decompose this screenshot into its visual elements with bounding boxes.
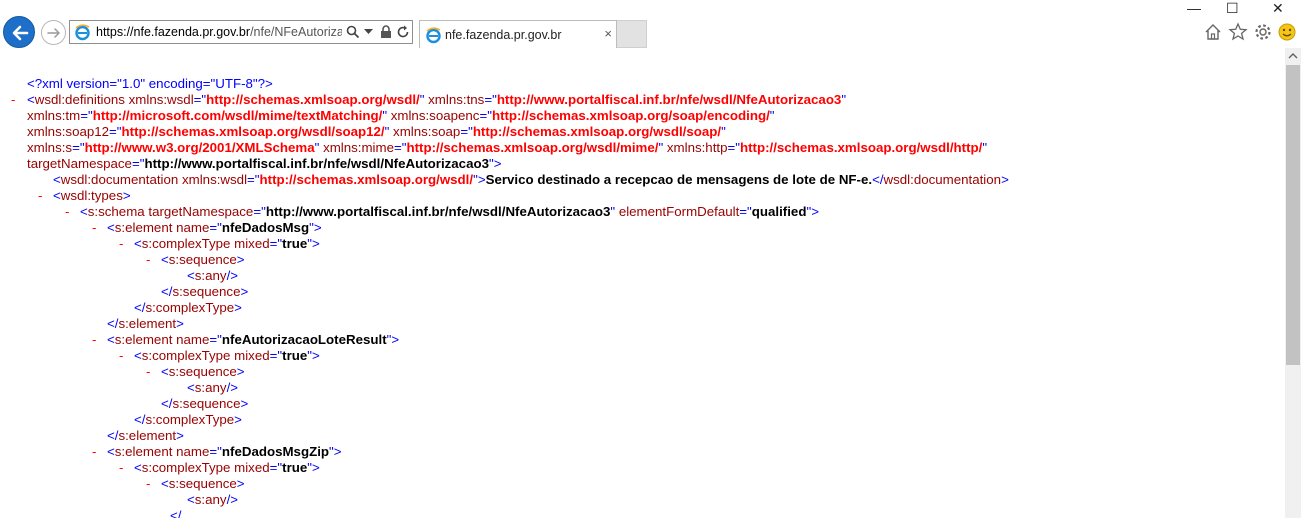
collapse-toggle[interactable]: - <box>146 252 150 268</box>
collapse-toggle[interactable]: - <box>38 188 42 204</box>
xml-line: <s:complexType mixed="true"> <box>134 236 320 251</box>
xml-line: <s:any/> <box>187 268 239 283</box>
lock-icon[interactable] <box>380 25 392 39</box>
url-scheme: https:// <box>96 25 134 39</box>
xml-line: <wsdl:types> <box>53 188 131 203</box>
xml-line: <wsdl:documentation xmlns:wsdl="http://s… <box>53 172 1009 187</box>
back-arrow-icon <box>12 25 29 41</box>
favorites-star-icon[interactable] <box>1228 22 1248 42</box>
forward-arrow-icon <box>47 28 60 38</box>
xml-line: </s:sequence> <box>161 284 249 299</box>
xml-document-view: <?xml version="1.0" encoding="UTF-8"?> - <… <box>0 76 1285 518</box>
xml-line: xmlns:tm="http://microsoft.com/wsdl/mime… <box>27 108 775 123</box>
refresh-icon[interactable] <box>396 25 410 39</box>
tab-active[interactable]: nfe.fazenda.pr.gov.br × <box>419 20 617 48</box>
ie-logo-icon <box>426 27 441 44</box>
collapse-toggle[interactable]: - <box>146 364 150 380</box>
new-tab-button[interactable] <box>617 20 647 48</box>
home-icon[interactable] <box>1203 22 1223 42</box>
smiley-feedback-icon[interactable] <box>1277 22 1297 42</box>
xml-line: <s:element name="nfeDadosMsg"> <box>107 220 322 235</box>
scroll-up-arrow-icon[interactable] <box>1285 48 1301 64</box>
xml-line: <s:any/> <box>187 380 239 395</box>
xml-line: </s:element> <box>107 316 184 331</box>
xml-line: <s:any/> <box>187 492 239 507</box>
xml-line: <s:element name="nfeDadosMsgZip"> <box>107 444 342 459</box>
xml-line: </s:element> <box>107 428 184 443</box>
collapse-toggle[interactable]: - <box>92 220 96 236</box>
xml-line: </s:sequence> <box>161 396 249 411</box>
collapse-toggle[interactable]: - <box>92 332 96 348</box>
collapse-toggle[interactable]: - <box>11 92 15 108</box>
collapse-toggle[interactable]: - <box>146 476 150 492</box>
tab-title: nfe.fazenda.pr.gov.br <box>445 28 562 42</box>
xml-line: xmlns:s="http://www.w3.org/2001/XMLSchem… <box>27 140 988 155</box>
browser-chrome: https://nfe.fazenda.pr.gov.br/nfe/NFeAut… <box>0 0 1301 48</box>
xml-line: <s:complexType mixed="true"> <box>134 460 320 475</box>
collapse-toggle[interactable]: - <box>65 204 69 220</box>
url-domain: nfe.fazenda.pr.gov.br <box>133 25 251 39</box>
collapse-toggle[interactable]: - <box>92 444 96 460</box>
xml-line: <s:complexType mixed="true"> <box>134 348 320 363</box>
xml-line: <wsdl:definitions xmlns:wsdl="http://sch… <box>27 92 847 107</box>
xml-line: <?xml version="1.0" encoding="UTF-8"?> <box>27 76 273 91</box>
xml-line: </s:complexType> <box>134 300 242 315</box>
close-window-button[interactable]: ✕ <box>1272 0 1284 16</box>
xml-line: <s:sequence> <box>161 252 245 267</box>
xml-line: <s:schema targetNamespace="http://www.po… <box>80 204 819 219</box>
xml-line: <s:sequence> <box>161 364 245 379</box>
vertical-scrollbar[interactable] <box>1285 48 1301 518</box>
collapse-toggle[interactable]: - <box>119 236 123 252</box>
back-button[interactable] <box>3 16 35 48</box>
xml-line: <s:sequence> <box>161 476 245 491</box>
dropdown-icon[interactable] <box>364 29 373 35</box>
minimize-button[interactable]: — <box>1187 0 1201 16</box>
xml-line: <s:element name="nfeAutorizacaoLoteResul… <box>107 332 400 347</box>
collapse-toggle[interactable]: - <box>119 348 123 364</box>
ie-logo-icon <box>75 24 90 41</box>
maximize-button[interactable]: ☐ <box>1226 0 1239 16</box>
forward-button[interactable] <box>41 20 66 45</box>
tab-close-icon[interactable]: × <box>604 27 612 41</box>
search-icon[interactable] <box>346 25 360 39</box>
settings-gear-icon[interactable] <box>1253 22 1273 42</box>
url-path: /nfe/NFeAutorizac <box>250 25 342 39</box>
xml-line: xmlns:soap12="http://schemas.xmlsoap.org… <box>27 124 726 139</box>
xml-line: </ <box>170 508 182 518</box>
url-text[interactable]: https://nfe.fazenda.pr.gov.br/nfe/NFeAut… <box>96 21 342 43</box>
address-bar[interactable]: https://nfe.fazenda.pr.gov.br/nfe/NFeAut… <box>69 20 413 44</box>
xml-line: targetNamespace="http://www.portalfiscal… <box>27 156 502 171</box>
collapse-toggle[interactable]: - <box>119 460 123 476</box>
xml-line: </s:complexType> <box>134 412 242 427</box>
scrollbar-thumb[interactable] <box>1286 65 1300 365</box>
